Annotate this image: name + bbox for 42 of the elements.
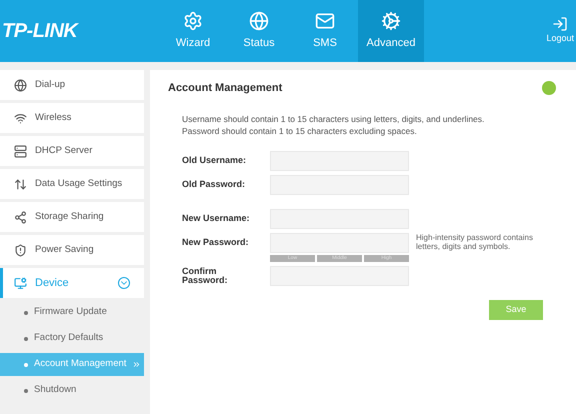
field-label: Old Username: — [182, 156, 248, 165]
gear-icon — [183, 10, 203, 31]
sidebar-item[interactable]: Wireless — [0, 103, 144, 133]
field-label: New Password: — [182, 238, 250, 247]
submenu-item[interactable]: Firmware Update — [0, 301, 144, 324]
nav-tab[interactable]: SMS — [292, 0, 358, 62]
logout-button[interactable]: Logout — [546, 16, 576, 46]
sidebar-item[interactable]: Device — [0, 268, 144, 298]
page-title: Account Management — [168, 81, 282, 96]
sidebar-item[interactable]: DHCP Server — [0, 136, 144, 166]
globe-icon — [14, 78, 27, 92]
logout-icon — [552, 16, 568, 32]
submenu-item[interactable]: Factory Defaults — [0, 327, 144, 350]
password-hint: High-intensity password contains letters, digits and symbols. — [416, 232, 534, 250]
field-label: Confirm Password: — [182, 266, 229, 284]
nav-tab[interactable]: Advanced — [358, 0, 424, 62]
nav-tab[interactable]: Wizard — [160, 0, 226, 62]
device-icon — [14, 276, 27, 290]
shield-icon — [14, 244, 27, 256]
sidebar-item[interactable]: Power Saving — [0, 235, 144, 265]
sidebar-item[interactable]: Storage Sharing — [0, 202, 144, 232]
bullet-icon — [24, 388, 28, 392]
gears-icon — [381, 10, 401, 31]
sidebar-item[interactable]: Data Usage Settings — [0, 169, 144, 199]
server-icon — [14, 144, 27, 158]
sidebar-item[interactable]: Dial-up — [0, 70, 144, 100]
nav-tab[interactable]: Status — [226, 0, 292, 62]
envelope-icon — [315, 10, 335, 31]
bullet-icon — [24, 336, 28, 340]
description-text: Username should contain 1 to 15 characters using letters, digits, and underlines. — [182, 112, 486, 124]
field-label: Old Password: — [182, 180, 246, 189]
double-chevron-icon — [132, 360, 142, 369]
logo: TP-LINK — [1, 19, 80, 44]
field-label: New Username: — [182, 214, 251, 223]
description-text: Password should contain 1 to 15 characters excluding spaces. — [182, 124, 418, 136]
bullet-icon — [24, 362, 28, 366]
wifi-icon — [14, 112, 27, 124]
bullet-icon — [24, 310, 28, 314]
share-icon — [14, 210, 27, 224]
submenu-item[interactable]: Shutdown — [0, 379, 144, 402]
up-down-arrows-icon — [14, 178, 27, 190]
globe-icon — [249, 10, 269, 31]
